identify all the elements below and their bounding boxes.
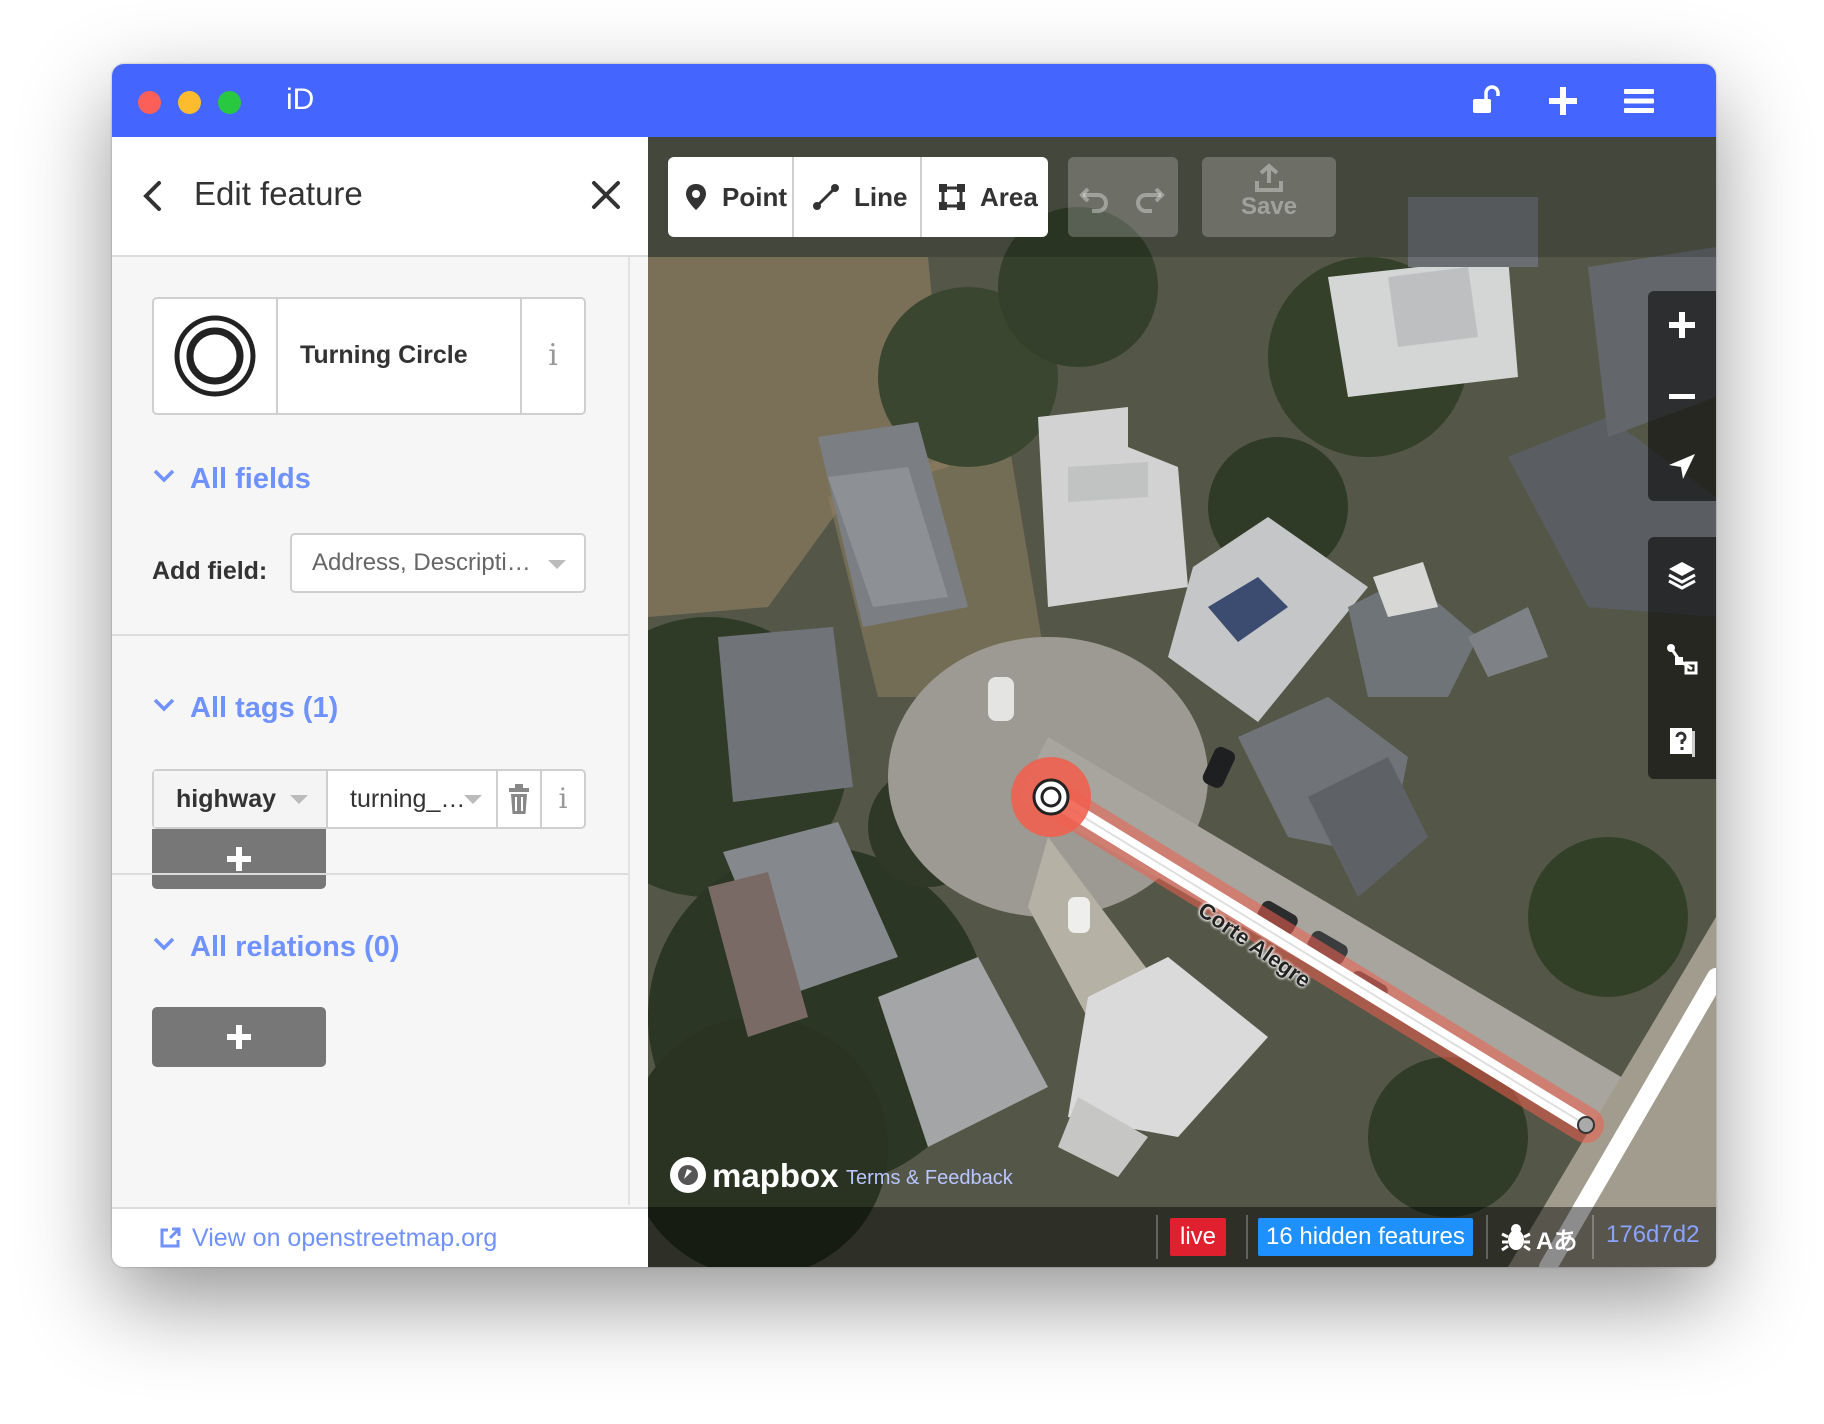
map-data-button[interactable] [1648, 625, 1716, 693]
add-line-label: Line [854, 182, 908, 212]
zoom-window-button[interactable] [218, 91, 241, 114]
caret-down-icon [548, 560, 566, 569]
sidebar-header: Edit feature [112, 137, 648, 257]
layers-icon [1668, 562, 1696, 590]
external-link-icon [160, 1227, 181, 1248]
all-tags-label: All tags (1) [190, 692, 339, 724]
all-relations-toggle[interactable]: All relations (0) [152, 931, 400, 964]
section-divider [112, 634, 628, 636]
add-relation-button[interactable] [152, 1007, 326, 1067]
close-window-button[interactable] [138, 91, 161, 114]
sidebar-footer: View on openstreetmap.org [112, 1207, 648, 1267]
add-mode-group: Point Line Area [668, 157, 1048, 237]
help-icon [1670, 728, 1695, 757]
all-tags-toggle[interactable]: All tags (1) [152, 692, 338, 725]
add-tag-button[interactable] [152, 829, 326, 889]
redo-icon[interactable] [1130, 179, 1166, 215]
turning-circle-icon [154, 299, 278, 413]
geolocate-button[interactable] [1648, 433, 1716, 501]
live-badge: live [1170, 1218, 1227, 1256]
trash-icon [509, 784, 529, 814]
chevron-down-icon [153, 698, 175, 712]
map-toolbar: Point Line Area Save [648, 137, 1716, 257]
add-line-button[interactable]: Line [794, 157, 920, 237]
location-arrow-icon [1669, 454, 1695, 479]
map-panes-controls [1648, 537, 1716, 779]
section-divider [112, 873, 628, 875]
plus-icon [227, 1025, 251, 1049]
chevron-down-icon [153, 469, 175, 483]
add-field-combobox[interactable]: Address, Descripti… [290, 533, 586, 593]
add-area-label: Area [980, 182, 1038, 212]
app-title: iD [286, 83, 315, 116]
plus-icon [1669, 312, 1695, 338]
lock-open-icon[interactable] [1468, 82, 1506, 120]
map-data-icon [1667, 644, 1698, 675]
area-icon [939, 184, 965, 210]
add-field-placeholder: Address, Descripti… [312, 549, 531, 576]
minus-icon [1669, 394, 1695, 399]
zoom-out-button[interactable] [1648, 363, 1716, 431]
mapbox-icon [670, 1157, 706, 1193]
map-footer: live 16 hidden features Aあ 176d7d2 [648, 1207, 1716, 1267]
view-on-osm-link[interactable]: View on openstreetmap.org [192, 1224, 497, 1253]
upload-icon [1255, 163, 1283, 192]
close-icon[interactable] [588, 177, 624, 213]
zoom-controls [1648, 291, 1716, 501]
line-icon [813, 184, 839, 210]
all-relations-label: All relations (0) [190, 931, 400, 963]
app-window: iD Edit feature Turning Circle i All fie… [112, 64, 1716, 1267]
tag-info-button[interactable]: i [542, 771, 584, 827]
tag-value-input[interactable]: turning_… [328, 771, 498, 827]
version-link[interactable]: 176d7d2 [1606, 1221, 1699, 1249]
minimize-window-button[interactable] [178, 91, 201, 114]
footer-divider [1486, 1215, 1488, 1259]
page-title: Edit feature [194, 175, 363, 212]
caret-down-icon [464, 795, 482, 804]
all-fields-label: All fields [190, 463, 311, 495]
tag-value-text: turning_… [350, 785, 466, 813]
preset-name: Turning Circle [300, 341, 468, 369]
undo-redo-group [1068, 157, 1178, 237]
add-area-button[interactable]: Area [922, 157, 1048, 237]
bug-icon[interactable] [1498, 1220, 1534, 1256]
menu-icon[interactable] [1620, 82, 1658, 120]
back-arrow-icon[interactable] [138, 177, 166, 215]
all-fields-toggle[interactable]: All fields [152, 463, 311, 496]
background-layers-button[interactable] [1648, 541, 1716, 609]
help-button[interactable] [1648, 707, 1716, 775]
add-field-label: Add field: [152, 557, 268, 585]
undo-icon[interactable] [1078, 179, 1114, 215]
zoom-in-button[interactable] [1648, 291, 1716, 359]
mapbox-logo-text: mapbox [712, 1157, 839, 1194]
terms-feedback-link[interactable]: Terms & Feedback [846, 1167, 1013, 1190]
save-label: Save [1240, 193, 1298, 220]
save-button[interactable]: Save [1202, 157, 1336, 237]
plus-icon[interactable] [1544, 82, 1582, 120]
tag-key-input[interactable]: highway [154, 771, 328, 827]
delete-tag-button[interactable] [498, 771, 542, 827]
mapbox-logo[interactable]: mapbox [668, 1155, 839, 1195]
plus-icon [227, 847, 251, 871]
add-point-button[interactable]: Point [668, 157, 792, 237]
preset-info-button[interactable]: i [520, 299, 584, 413]
footer-divider [1246, 1215, 1248, 1259]
add-point-label: Point [722, 182, 787, 212]
chevron-down-icon [153, 937, 175, 951]
hidden-features-badge[interactable]: 16 hidden features [1258, 1218, 1473, 1256]
caret-down-icon [290, 795, 308, 804]
map-canvas[interactable]: Corte Alegre Point Line Area Save mapbox… [648, 137, 1716, 1267]
sidebar: Edit feature Turning Circle i All fields [112, 137, 650, 1267]
tag-row: highway turning_… i [152, 769, 586, 829]
preset-list-item[interactable]: Turning Circle i [152, 297, 586, 415]
aerial-imagery [648, 137, 1716, 1267]
footer-divider [1592, 1215, 1594, 1259]
title-bar: iD [112, 64, 1716, 137]
point-marker-icon [686, 184, 706, 210]
language-label[interactable]: Aあ [1536, 1221, 1577, 1256]
footer-divider [1156, 1215, 1158, 1259]
tag-key-text: highway [176, 785, 277, 813]
sidebar-scrollbar[interactable] [628, 257, 650, 1205]
